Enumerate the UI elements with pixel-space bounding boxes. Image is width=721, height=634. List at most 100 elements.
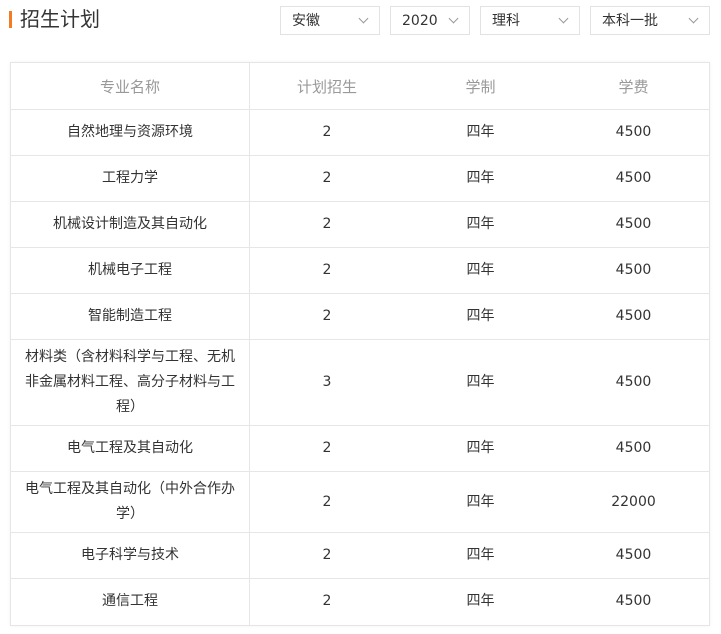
cell-plan: 2 xyxy=(249,201,404,248)
cell-fee-text: 4500 xyxy=(615,124,652,140)
cell-fee: 4500 xyxy=(557,532,710,579)
chevron-down-icon xyxy=(558,13,569,24)
cell-major-text: 自然地理与资源环境 xyxy=(67,124,193,140)
cell-plan: 2 xyxy=(249,155,404,202)
cell-fee: 4500 xyxy=(557,339,710,426)
cell-fee: 4500 xyxy=(557,155,710,202)
chevron-down-icon xyxy=(448,13,459,24)
cell-plan: 2 xyxy=(249,109,404,156)
cell-fee: 4500 xyxy=(557,425,710,472)
table-row: 工程力学 2 四年 4500 xyxy=(11,155,710,202)
cell-plan-text: 2 xyxy=(322,124,332,140)
cell-fee-text: 4500 xyxy=(615,262,652,278)
cell-major: 电子科学与技术 xyxy=(11,532,250,579)
province-select-value: 安徽 xyxy=(292,13,320,29)
cell-fee-text: 4500 xyxy=(615,170,652,186)
cell-fee: 4500 xyxy=(557,247,710,294)
cell-plan-text: 3 xyxy=(322,374,332,390)
cell-fee: 4500 xyxy=(557,201,710,248)
cell-duration-text: 四年 xyxy=(466,308,495,324)
cell-major: 智能制造工程 xyxy=(11,293,250,340)
cell-major-text: 工程力学 xyxy=(102,170,158,186)
province-select[interactable]: 安徽 xyxy=(280,6,380,35)
cell-duration-text: 四年 xyxy=(466,124,495,140)
cell-duration-text: 四年 xyxy=(466,493,495,510)
cell-plan: 2 xyxy=(249,425,404,472)
cell-fee-text: 4500 xyxy=(615,440,652,456)
cell-major: 电气工程及其自动化 xyxy=(11,425,250,472)
cell-duration: 四年 xyxy=(404,247,557,294)
cell-major: 机械设计制造及其自动化 xyxy=(11,201,250,248)
cell-duration: 四年 xyxy=(404,532,557,579)
cell-fee-text: 4500 xyxy=(615,593,652,610)
cell-duration-text: 四年 xyxy=(466,170,495,186)
cell-duration-text: 四年 xyxy=(466,374,495,390)
cell-fee: 22000 xyxy=(557,471,710,533)
cell-major-text: 智能制造工程 xyxy=(88,308,172,324)
cell-fee-text: 22000 xyxy=(611,493,656,510)
column-header-plan: 计划招生 xyxy=(249,63,404,110)
chevron-down-icon xyxy=(688,13,699,24)
cell-plan-text: 2 xyxy=(322,440,332,456)
column-header-major: 专业名称 xyxy=(11,63,250,110)
cell-duration: 四年 xyxy=(404,425,557,472)
year-select-value: 2020 xyxy=(402,13,438,29)
table-header-row: 专业名称 计划招生 学制 学费 xyxy=(11,63,710,110)
table-row: 材料类（含材料科学与工程、无机非金属材料工程、高分子材料与工程） 3 四年 4500 xyxy=(11,339,710,426)
cell-major-text: 机械电子工程 xyxy=(88,262,172,278)
cell-fee-text: 4500 xyxy=(615,547,652,563)
cell-major: 电气工程及其自动化（中外合作办学） xyxy=(11,471,250,533)
cell-duration-text: 四年 xyxy=(466,593,495,610)
cell-plan: 2 xyxy=(249,471,404,533)
table-row: 通信工程 2 四年 4500 xyxy=(11,578,710,625)
table-row: 自然地理与资源环境 2 四年 4500 xyxy=(11,109,710,156)
subject-select[interactable]: 理科 xyxy=(480,6,580,35)
batch-select[interactable]: 本科一批 xyxy=(590,6,710,35)
table-row: 电子科学与技术 2 四年 4500 xyxy=(11,532,710,579)
cell-major: 机械电子工程 xyxy=(11,247,250,294)
table-row: 智能制造工程 2 四年 4500 xyxy=(11,293,710,340)
cell-fee-text: 4500 xyxy=(615,374,652,390)
cell-plan: 2 xyxy=(249,247,404,294)
cell-fee: 4500 xyxy=(557,293,710,340)
cell-plan-text: 2 xyxy=(322,216,332,232)
cell-major-text: 电气工程及其自动化 xyxy=(67,440,193,456)
cell-plan: 2 xyxy=(249,532,404,579)
subject-select-value: 理科 xyxy=(492,13,520,29)
table-row: 机械电子工程 2 四年 4500 xyxy=(11,247,710,294)
cell-duration: 四年 xyxy=(404,201,557,248)
cell-plan-text: 2 xyxy=(322,547,332,563)
cell-plan-text: 2 xyxy=(322,308,332,324)
cell-fee-text: 4500 xyxy=(615,308,652,324)
cell-fee: 4500 xyxy=(557,109,710,156)
table-row: 机械设计制造及其自动化 2 四年 4500 xyxy=(11,201,710,248)
cell-fee: 4500 xyxy=(557,579,710,625)
cell-major-text: 电子科学与技术 xyxy=(81,547,179,563)
cell-major: 通信工程 xyxy=(11,578,250,625)
cell-duration-text: 四年 xyxy=(466,216,495,232)
title-accent-bar xyxy=(9,11,12,28)
year-select[interactable]: 2020 xyxy=(390,6,470,35)
cell-major: 自然地理与资源环境 xyxy=(11,109,250,156)
cell-duration-text: 四年 xyxy=(466,440,495,456)
page-title: 招生计划 xyxy=(20,7,100,31)
column-header-duration: 学制 xyxy=(404,63,557,110)
cell-duration: 四年 xyxy=(404,293,557,340)
batch-select-value: 本科一批 xyxy=(602,13,658,29)
cell-major-text: 电气工程及其自动化（中外合作办学） xyxy=(25,481,235,522)
cell-major-text: 材料类（含材料科学与工程、无机非金属材料工程、高分子材料与工程） xyxy=(25,349,235,415)
cell-duration: 四年 xyxy=(404,339,557,426)
cell-plan-text: 2 xyxy=(322,593,332,610)
chevron-down-icon xyxy=(358,13,369,24)
cell-duration-text: 四年 xyxy=(466,547,495,563)
cell-fee-text: 4500 xyxy=(615,216,652,232)
cell-major: 工程力学 xyxy=(11,155,250,202)
table-row: 电气工程及其自动化 2 四年 4500 xyxy=(11,425,710,472)
cell-duration: 四年 xyxy=(404,579,557,625)
cell-plan-text: 2 xyxy=(322,262,332,278)
cell-duration: 四年 xyxy=(404,471,557,533)
table-row: 电气工程及其自动化（中外合作办学） 2 四年 22000 xyxy=(11,471,710,533)
column-header-fee: 学费 xyxy=(557,63,710,110)
cell-plan-text: 2 xyxy=(322,493,332,510)
cell-duration: 四年 xyxy=(404,109,557,156)
